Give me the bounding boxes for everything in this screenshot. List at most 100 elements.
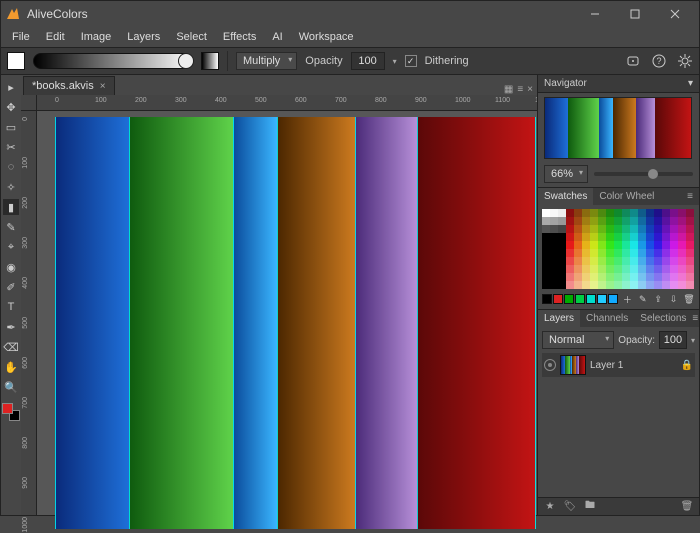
swatch-cell[interactable] [670, 217, 678, 225]
zoom-slider-knob-icon[interactable] [648, 169, 658, 179]
swatch-cell[interactable] [622, 265, 630, 273]
swatch-cell[interactable] [670, 249, 678, 257]
swatch-cell[interactable] [558, 225, 566, 233]
swatch-cell[interactable] [686, 249, 694, 257]
tab-close-all-icon[interactable]: × [527, 84, 533, 95]
chevron-right-icon[interactable]: ▸ [3, 79, 19, 95]
guide-line[interactable] [55, 117, 56, 529]
swatch-cell[interactable] [638, 209, 646, 217]
edit-swatch-icon[interactable]: ✎ [637, 293, 649, 305]
swatch-cell[interactable] [606, 217, 614, 225]
swatch-cell[interactable] [566, 265, 574, 273]
swatch-cell[interactable] [582, 209, 590, 217]
swatch-cell[interactable] [590, 249, 598, 257]
swatch-cell[interactable] [582, 225, 590, 233]
swatch-cell[interactable] [590, 225, 598, 233]
swatch-cell[interactable] [686, 257, 694, 265]
swatch-cell[interactable] [614, 257, 622, 265]
swatch-cell[interactable] [574, 257, 582, 265]
swatch-cell[interactable] [574, 225, 582, 233]
magic-wand-tool-icon[interactable]: ✧ [3, 179, 19, 195]
zoom-slider[interactable] [594, 172, 693, 176]
swatch-cell[interactable] [582, 241, 590, 249]
swatch-cell[interactable] [670, 225, 678, 233]
swatch-cell[interactable] [646, 241, 654, 249]
swatch-cell[interactable] [542, 273, 550, 281]
swatch-cell[interactable] [670, 209, 678, 217]
layer-opacity-input[interactable] [659, 331, 687, 349]
brush-tool-icon[interactable]: ✎ [3, 219, 19, 235]
swatch-cell[interactable] [622, 281, 630, 289]
swatch-cell[interactable] [550, 225, 558, 233]
swatch-cell[interactable] [638, 265, 646, 273]
swatch-cell[interactable] [566, 257, 574, 265]
swatch-cell[interactable] [550, 209, 558, 217]
swatch-cell[interactable] [598, 265, 606, 273]
swatch-cell[interactable] [542, 209, 550, 217]
swatch-cell[interactable] [574, 249, 582, 257]
swatch-cell[interactable] [686, 225, 694, 233]
notification-icon[interactable] [625, 53, 641, 69]
swatch-cell[interactable] [550, 257, 558, 265]
tab-selections[interactable]: Selections [634, 310, 692, 327]
layer-lock-icon[interactable]: 🔒 [681, 359, 693, 371]
swatch-cell[interactable] [678, 217, 686, 225]
text-tool-icon[interactable]: T [3, 299, 19, 315]
swatch-cell[interactable] [558, 249, 566, 257]
swatch-cell[interactable] [630, 273, 638, 281]
gradient-preview[interactable] [33, 53, 193, 69]
panel-menu-icon[interactable]: ▾ [688, 78, 693, 89]
swatch-cell[interactable] [614, 241, 622, 249]
swatch-cell[interactable] [654, 273, 662, 281]
swatch-cell[interactable] [566, 217, 574, 225]
swatch-cell[interactable] [574, 209, 582, 217]
swatch-cell[interactable] [662, 273, 670, 281]
swatch-cell[interactable] [678, 257, 686, 265]
swatch-cell[interactable] [582, 273, 590, 281]
swatch-cell[interactable] [590, 265, 598, 273]
swatch-cell[interactable] [654, 217, 662, 225]
swatch-cell[interactable] [606, 273, 614, 281]
swatch-cell[interactable] [590, 233, 598, 241]
ruler-vertical[interactable]: 01002003004005006007008009001000 [21, 111, 37, 515]
swatch-cell[interactable] [662, 217, 670, 225]
swatch-cell[interactable] [630, 249, 638, 257]
swatch-cell[interactable] [662, 281, 670, 289]
foreground-color-swatch[interactable] [7, 52, 25, 70]
selection-tool-icon[interactable]: ▭ [3, 119, 19, 135]
swatch-cell[interactable] [558, 233, 566, 241]
swatch-cell[interactable] [550, 233, 558, 241]
tag-icon[interactable]: 🏷 [564, 501, 576, 513]
move-tool-icon[interactable]: ✥ [3, 99, 19, 115]
swatch-cell[interactable] [686, 273, 694, 281]
layer-item[interactable]: Layer 1 🔒 [542, 353, 695, 377]
swatch-cell[interactable] [670, 273, 678, 281]
swatch-cell[interactable] [614, 209, 622, 217]
maximize-button[interactable] [615, 1, 655, 27]
tab-menu-icon[interactable]: ≡ [517, 84, 523, 95]
swatches-menu-icon[interactable]: ≡ [687, 191, 699, 202]
swatch-cell[interactable] [606, 265, 614, 273]
swatch-cell[interactable] [638, 233, 646, 241]
swatch-cell[interactable] [582, 249, 590, 257]
swatch-cell[interactable] [638, 241, 646, 249]
guide-line[interactable] [355, 117, 356, 529]
canvas-viewport[interactable]: 0100200300400500600700800900100011001200… [21, 95, 537, 515]
recent-swatch[interactable] [586, 294, 596, 304]
pen-tool-icon[interactable]: ✒ [3, 319, 19, 335]
swatch-cell[interactable] [686, 265, 694, 273]
zoom-tool-icon[interactable]: 🔍 [3, 379, 19, 395]
swatch-cell[interactable] [654, 281, 662, 289]
load-swatch-icon[interactable]: ⇪ [652, 293, 664, 305]
recent-swatch[interactable] [575, 294, 585, 304]
swatch-cell[interactable] [558, 241, 566, 249]
guide-line[interactable] [233, 117, 234, 529]
swatch-cell[interactable] [558, 257, 566, 265]
close-tab-icon[interactable]: × [100, 81, 106, 92]
minimize-button[interactable] [575, 1, 615, 27]
swatch-cell[interactable] [566, 249, 574, 257]
document-tab[interactable]: *books.akvis × [23, 76, 115, 95]
swatch-cell[interactable] [662, 249, 670, 257]
swatch-cell[interactable] [558, 273, 566, 281]
swatch-cell[interactable] [598, 209, 606, 217]
